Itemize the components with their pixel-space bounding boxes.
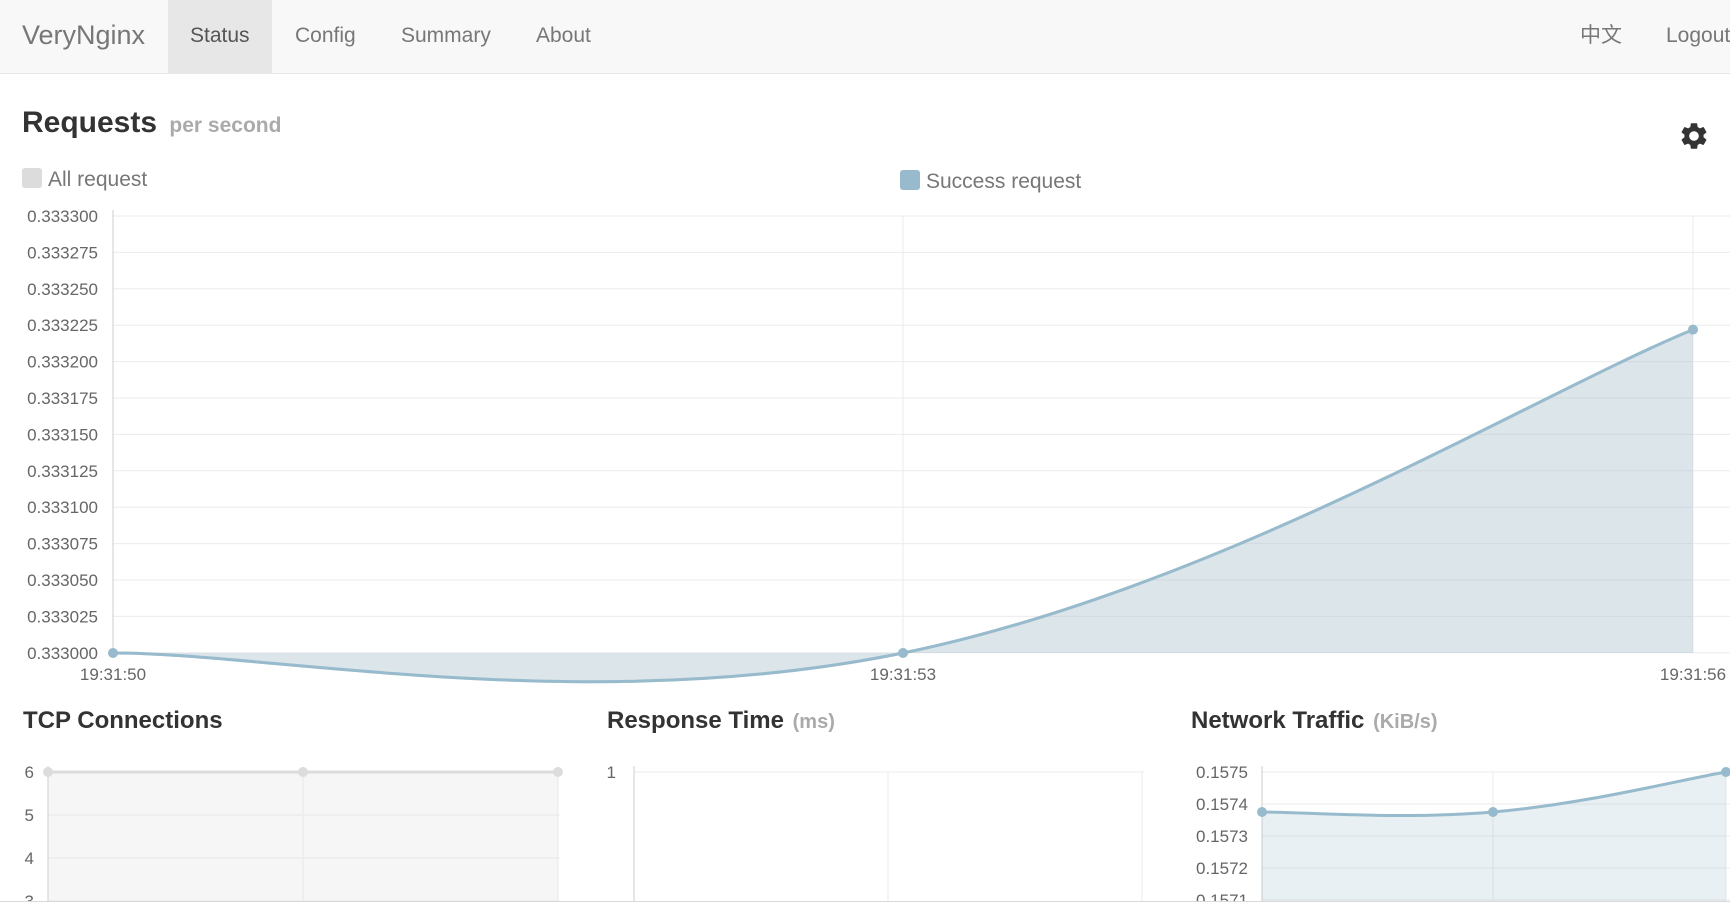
legend-all-request[interactable]: All request	[22, 168, 147, 192]
data-point	[553, 767, 563, 777]
navbar: VeryNginx Status Config Summary About 中文…	[0, 0, 1730, 74]
y-tick-label: 0.1575	[1196, 763, 1248, 782]
x-tick-label: 19:31:50	[80, 665, 146, 684]
requests-title-text: Requests	[22, 106, 158, 139]
y-tick-label: 0.1571	[1196, 891, 1248, 901]
requests-unit: per second	[169, 114, 282, 137]
data-point	[1688, 324, 1698, 335]
series-area	[1262, 772, 1726, 901]
series-area	[48, 772, 558, 901]
tab-summary[interactable]: Summary	[379, 0, 513, 73]
y-tick-label: 3	[25, 892, 34, 901]
y-tick-label: 0.333075	[27, 535, 98, 554]
y-tick-label: 1	[607, 763, 616, 782]
tab-config[interactable]: Config	[273, 0, 378, 73]
tcp-chart: 6 5 4 3	[25, 763, 563, 901]
tab-status[interactable]: Status	[168, 0, 272, 73]
y-tick-label: 0.333225	[27, 316, 98, 335]
data-point	[108, 648, 118, 658]
gear-icon[interactable]	[1678, 120, 1710, 152]
y-tick-label: 5	[25, 806, 34, 825]
data-point	[898, 648, 908, 658]
response-time-chart: 1	[607, 763, 1144, 901]
data-point	[43, 767, 53, 777]
requests-title: Requests per second	[22, 106, 281, 140]
x-tick-label: 19:31:56	[1660, 665, 1726, 684]
y-tick-label: 0.333025	[27, 607, 98, 626]
y-tick-label: 0.1572	[1196, 859, 1248, 878]
legend-swatch-success	[900, 170, 920, 190]
y-tick-label: 0.333175	[27, 389, 98, 408]
x-tick-label: 19:31:53	[870, 665, 936, 684]
data-point	[1488, 807, 1498, 817]
y-tick-label: 0.333200	[27, 353, 98, 372]
y-tick-label: 0.333275	[27, 243, 98, 262]
y-tick-label: 4	[25, 849, 34, 868]
language-switch[interactable]: 中文	[1580, 0, 1622, 73]
y-tick-label: 0.333250	[27, 280, 98, 299]
response-time-title-text: Response Time	[607, 707, 784, 734]
data-point	[298, 767, 308, 777]
tcp-title-text: TCP Connections	[23, 707, 223, 734]
y-tick-label: 0.1574	[1196, 795, 1248, 814]
network-unit: (KiB/s)	[1373, 711, 1438, 733]
y-tick-label: 0.333050	[27, 571, 98, 590]
network-chart: 0.1575 0.1574 0.1573 0.1572 0.1571	[1196, 763, 1730, 901]
response-time-unit: (ms)	[792, 711, 835, 733]
y-tick-label: 6	[25, 763, 34, 782]
legend-label-success: Success request	[926, 170, 1082, 193]
logout-link[interactable]: Logout	[1666, 0, 1730, 73]
tab-about[interactable]: About	[514, 0, 613, 73]
y-tick-label: 0.333000	[27, 644, 98, 663]
y-tick-label: 0.333300	[27, 207, 98, 226]
response-time-title: Response Time (ms)	[607, 707, 835, 735]
y-tick-label: 0.1573	[1196, 827, 1248, 846]
y-tick-label: 0.333100	[27, 498, 98, 517]
y-tick-label: 0.333125	[27, 462, 98, 481]
legend-swatch-all	[22, 168, 42, 188]
network-title-text: Network Traffic	[1191, 707, 1365, 734]
legend-success-request[interactable]: Success request	[900, 170, 1081, 194]
legend-label-all: All request	[48, 168, 148, 191]
y-tick-label: 0.333150	[27, 425, 98, 444]
data-point	[1257, 807, 1267, 817]
tcp-title: TCP Connections	[23, 707, 223, 735]
network-title: Network Traffic (KiB/s)	[1191, 707, 1438, 735]
brand-logo[interactable]: VeryNginx	[22, 0, 145, 73]
divider	[0, 901, 1730, 902]
requests-chart: 0.333300 0.333275 0.333250 0.333225 0.333200…	[27, 207, 1730, 684]
